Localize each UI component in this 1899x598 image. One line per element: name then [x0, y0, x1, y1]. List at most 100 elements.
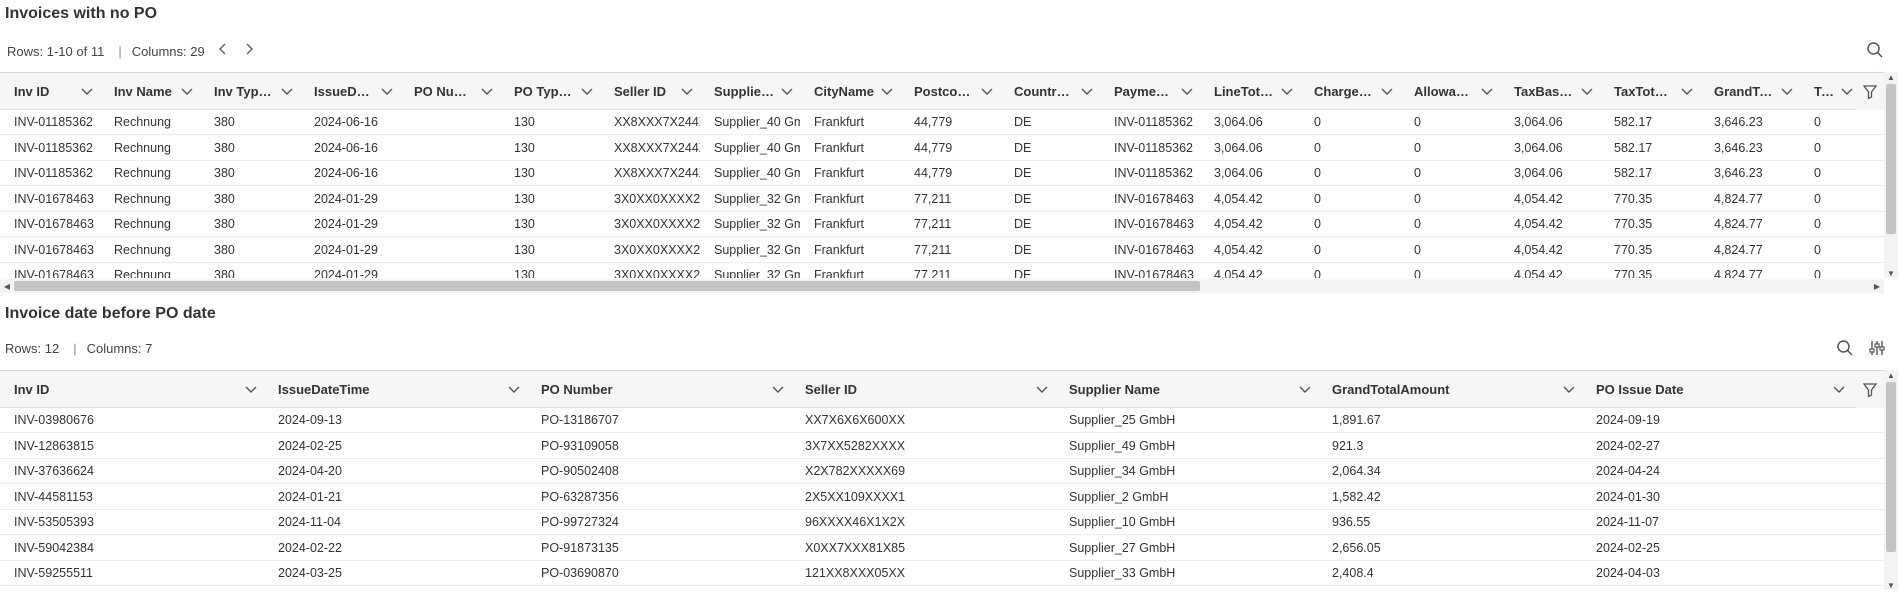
table-row[interactable]: INV-01678463 Rechnung 380 2024-01-29 130 3X0X… — [0, 187, 1884, 212]
column-header[interactable]: ChargeTo… — [1300, 73, 1400, 110]
sort-menu-button[interactable] — [1474, 88, 1500, 96]
table-cell: INV-01678463 — [1114, 191, 1194, 206]
sort-menu-button[interactable] — [374, 88, 400, 96]
column-header[interactable]: CountryID — [1000, 73, 1100, 110]
sort-menu-button[interactable] — [1774, 88, 1800, 96]
column-header-label: Supplier Name — [1069, 382, 1161, 397]
data-grid: Inv ID Inv Name Inv Type… IssueDat… PO Numb…… — [0, 72, 1884, 278]
sort-menu-button[interactable] — [574, 88, 600, 96]
table-cell: 2024-04-20 — [278, 464, 342, 478]
table-row[interactable]: INV-01678463 Rechnung 380 2024-01-29 130 3X0X… — [0, 263, 1884, 278]
sort-menu-button[interactable] — [74, 88, 100, 96]
search-button[interactable] — [1865, 40, 1885, 60]
sort-menu-button[interactable] — [1174, 88, 1200, 96]
column-header[interactable]: Seller ID — [791, 371, 1055, 408]
column-header[interactable]: CityName — [800, 73, 900, 110]
sort-menu-button[interactable] — [774, 88, 800, 96]
sort-menu-button[interactable] — [274, 88, 300, 96]
sort-menu-button[interactable] — [1374, 88, 1400, 96]
table-row[interactable]: INV-01678463 Rechnung 380 2024-01-29 130 3X0X… — [0, 238, 1884, 263]
table-cell: PO-99727324 — [541, 515, 619, 529]
table-row[interactable]: INV-53505393 2024-11-04 PO-99727324 96XXXX4… — [0, 510, 1884, 535]
sort-menu-button[interactable] — [765, 386, 791, 394]
column-header-label: IssueDat… — [314, 84, 374, 99]
sort-menu-button[interactable] — [1029, 386, 1055, 394]
sort-menu-button[interactable] — [174, 88, 200, 96]
rows-count: Rows: 1-10 of 11 — [7, 43, 105, 59]
column-header[interactable]: LineTotal… — [1200, 73, 1300, 110]
column-header[interactable]: PO Numb… — [400, 73, 500, 110]
sort-menu-button[interactable] — [1574, 88, 1600, 96]
column-header[interactable]: Allowanc… — [1400, 73, 1500, 110]
column-header[interactable]: GrandTotalAmount — [1318, 371, 1582, 408]
column-header[interactable]: Supplier Name — [1055, 371, 1318, 408]
column-header-label: Payment… — [1114, 84, 1174, 99]
column-header[interactable]: Inv ID — [0, 371, 264, 408]
next-page-button[interactable] — [239, 42, 261, 60]
sort-menu-button[interactable] — [674, 88, 700, 96]
chevron-down-icon — [1481, 88, 1493, 95]
sort-menu-button[interactable] — [874, 88, 900, 96]
column-header[interactable]: Inv Type… — [200, 73, 300, 110]
sort-menu-button[interactable] — [474, 88, 500, 96]
scroll-left-arrow[interactable]: ◀ — [0, 279, 14, 293]
filter-button[interactable] — [1856, 371, 1884, 408]
table-row[interactable]: INV-01185362 Rechnung 380 2024-06-16 130 XX8X… — [0, 136, 1884, 161]
column-header[interactable]: IssueDat… — [300, 73, 400, 110]
column-settings-button[interactable] — [1867, 338, 1887, 358]
horizontal-scrollbar[interactable]: ◀ ▶ — [0, 279, 1884, 293]
sort-menu-button[interactable] — [1556, 386, 1582, 394]
column-header[interactable]: Postcode… — [900, 73, 1000, 110]
sort-menu-button[interactable] — [501, 386, 527, 394]
table-row[interactable]: INV-59255511 2024-03-25 PO-03690870 121XX8X… — [0, 561, 1884, 586]
column-header[interactable]: PO Number — [527, 371, 791, 408]
table-cell: 2024-01-30 — [1596, 489, 1660, 504]
table-cell: INV-01185362 — [14, 115, 93, 129]
column-header[interactable]: PO Issue Date — [1582, 371, 1852, 408]
table-cell: Supplier_40 GmbH — [714, 166, 800, 180]
table-row[interactable]: INV-03980676 2024-09-13 PO-13186707 XX7X6X6… — [0, 408, 1884, 433]
table-header: Inv ID Inv Name Inv Type… IssueDat… PO Numb…… — [0, 73, 1884, 110]
column-header[interactable]: Supplier … — [700, 73, 800, 110]
column-header[interactable]: TaxBasis… — [1500, 73, 1600, 110]
scroll-down-arrow[interactable]: ▼ — [1884, 268, 1898, 278]
prev-page-button[interactable] — [211, 42, 233, 60]
sort-menu-button[interactable] — [1074, 88, 1100, 96]
sort-menu-button[interactable] — [1292, 386, 1318, 394]
sort-menu-button[interactable] — [238, 386, 264, 394]
column-header[interactable]: IssueDateTime — [264, 371, 527, 408]
table-row[interactable]: INV-59042384 2024-02-22 PO-91873135 X0XX7XX… — [0, 536, 1884, 561]
scroll-up-arrow[interactable]: ▲ — [1884, 72, 1898, 82]
vertical-scrollbar[interactable]: ▲ ▼ — [1884, 72, 1898, 278]
vertical-scrollbar[interactable]: ▲ ▼ — [1884, 370, 1898, 590]
scrollbar-thumb[interactable] — [14, 281, 1200, 291]
scroll-right-arrow[interactable]: ▶ — [1870, 279, 1884, 293]
sort-menu-button[interactable] — [974, 88, 1000, 96]
sort-menu-button[interactable] — [1826, 386, 1852, 394]
column-header[interactable]: Seller ID — [600, 73, 700, 110]
scrollbar-thumb[interactable] — [1886, 382, 1896, 552]
scrollbar-thumb[interactable] — [1886, 84, 1896, 234]
table-row[interactable]: INV-01185362 Rechnung 380 2024-06-16 130 XX8X… — [0, 110, 1884, 135]
table-cell: 2,064.34 — [1332, 464, 1381, 478]
sort-menu-button[interactable] — [1274, 88, 1300, 96]
column-header[interactable]: GrandTot… — [1700, 73, 1800, 110]
table-row[interactable]: INV-01678463 Rechnung 380 2024-01-29 130 3X0X… — [0, 212, 1884, 237]
column-header[interactable]: Payment… — [1100, 73, 1200, 110]
table-row[interactable]: INV-44581153 2024-01-21 PO-63287356 2X5XX10… — [0, 485, 1884, 510]
column-header[interactable]: TaxTotal… — [1600, 73, 1700, 110]
search-button[interactable] — [1835, 338, 1855, 358]
table-row[interactable]: INV-37636624 2024-04-20 PO-90502408 X2X782X… — [0, 459, 1884, 484]
scroll-down-arrow[interactable]: ▼ — [1884, 580, 1898, 590]
column-header[interactable]: PO TypeC… — [500, 73, 600, 110]
column-header[interactable]: Inv Name — [100, 73, 200, 110]
sort-menu-button[interactable] — [1674, 88, 1700, 96]
scroll-up-arrow[interactable]: ▲ — [1884, 370, 1898, 380]
table-cell: 3X0XX0XXXX21 — [614, 217, 700, 231]
column-header[interactable]: TotalP — [1800, 73, 1860, 110]
table-row[interactable]: INV-12863815 2024-02-25 PO-93109058 3X7XX52… — [0, 434, 1884, 459]
column-header[interactable]: Inv ID — [0, 73, 100, 110]
table-row[interactable]: INV-01185362 Rechnung 380 2024-06-16 130 XX8X… — [0, 161, 1884, 186]
table-cell: 0 — [1814, 166, 1821, 180]
filter-button[interactable] — [1856, 73, 1884, 110]
